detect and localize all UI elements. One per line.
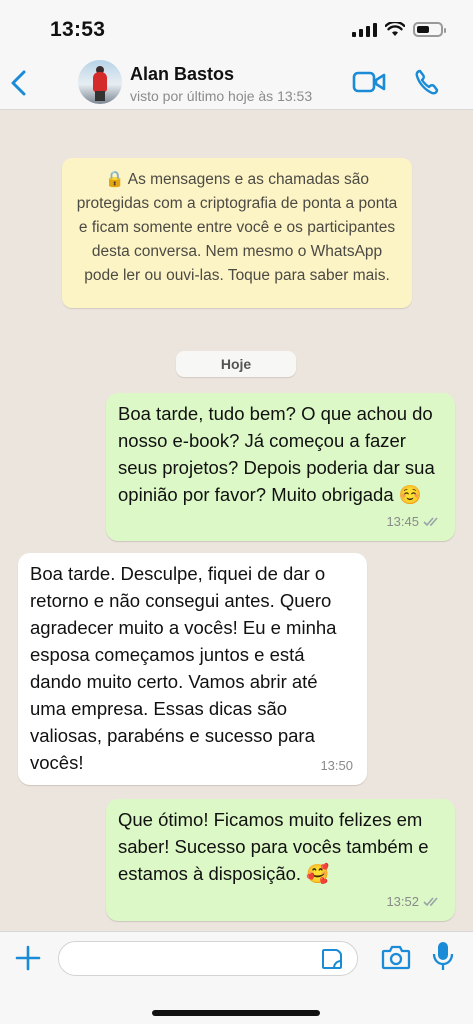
- message-text: Boa tarde, tudo bem? O que achou do noss…: [118, 403, 440, 505]
- back-chevron-icon[interactable]: [8, 68, 30, 98]
- home-indicator: [152, 1010, 320, 1016]
- message-time: 13:52: [386, 894, 419, 909]
- message-text: Que ótimo! Ficamos muito felizes em sabe…: [118, 809, 434, 884]
- phone-call-icon[interactable]: [414, 68, 440, 96]
- encryption-notice[interactable]: 🔒 As mensagens e as chamadas são protegi…: [62, 158, 412, 308]
- double-check-icon: [423, 517, 438, 527]
- message-meta: 13:45: [386, 508, 441, 535]
- date-separator: Hoje: [176, 351, 296, 377]
- status-time: 13:53: [50, 18, 106, 41]
- cellular-signal-icon: [352, 22, 377, 37]
- wifi-icon: [385, 22, 405, 36]
- message-bubble-outgoing[interactable]: Que ótimo! Ficamos muito felizes em sabe…: [106, 799, 455, 921]
- double-check-icon: [423, 897, 438, 907]
- contact-avatar[interactable]: [78, 60, 122, 104]
- message-bubble-outgoing[interactable]: Boa tarde, tudo bem? O que achou do noss…: [106, 393, 455, 541]
- message-time: 13:45: [386, 514, 419, 529]
- message-meta: 13:52: [386, 888, 441, 915]
- plus-icon[interactable]: [14, 944, 42, 972]
- chat-header: Alan Bastos visto por último hoje às 13:…: [0, 58, 473, 110]
- microphone-icon[interactable]: [432, 940, 454, 972]
- message-input[interactable]: [58, 941, 358, 976]
- message-time: 13:50: [320, 758, 353, 773]
- message-text: Boa tarde. Desculpe, fiquei de dar o ret…: [30, 563, 342, 773]
- battery-icon: [413, 22, 446, 37]
- camera-icon[interactable]: [381, 944, 411, 970]
- message-input-bar: [0, 931, 473, 1024]
- contact-name[interactable]: Alan Bastos: [130, 64, 234, 85]
- message-bubble-incoming[interactable]: Boa tarde. Desculpe, fiquei de dar o ret…: [18, 553, 367, 785]
- status-bar: 13:53: [0, 0, 473, 58]
- status-icons: [352, 22, 446, 37]
- message-meta: 13:50: [320, 752, 353, 779]
- last-seen-status: visto por último hoje às 13:53: [130, 88, 313, 104]
- sticker-icon[interactable]: [320, 947, 344, 971]
- video-call-icon[interactable]: [352, 70, 386, 94]
- chat-area: 🔒 As mensagens e as chamadas são protegi…: [0, 111, 473, 931]
